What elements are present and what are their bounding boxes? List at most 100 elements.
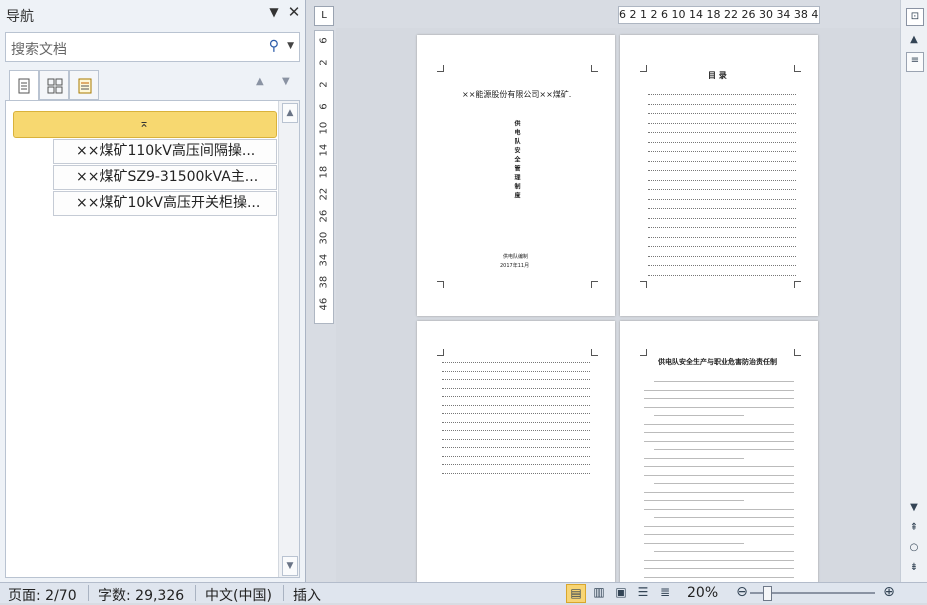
toc-entry-line bbox=[442, 457, 590, 465]
corner-mark bbox=[794, 65, 801, 72]
toc-entry-line bbox=[442, 381, 590, 389]
footer-dept: 供电队编制 bbox=[503, 254, 529, 260]
toc-entry-line bbox=[648, 211, 796, 219]
view-ruler-icon[interactable]: ⊡ bbox=[906, 8, 924, 26]
body-text-line bbox=[644, 576, 794, 578]
scroll-down-icon[interactable]: ▼ bbox=[282, 556, 298, 576]
document-headings-icon bbox=[18, 78, 30, 94]
body-text-line bbox=[644, 466, 794, 467]
body-text-line bbox=[644, 457, 744, 459]
body-text-line bbox=[654, 483, 794, 484]
toc-heading: 目 录 bbox=[708, 71, 727, 80]
divider bbox=[195, 585, 196, 601]
heading-item[interactable]: ××煤矿110kV高压间隔操... bbox=[53, 139, 277, 164]
outline-scrollbar[interactable]: ▲ ▼ bbox=[278, 101, 299, 577]
search-icon[interactable]: ⚲ bbox=[269, 38, 279, 54]
scroll-thumb[interactable]: ≡ bbox=[906, 52, 924, 72]
toc-entry-line bbox=[648, 220, 796, 228]
vertical-ruler[interactable]: 6 2 2 6 10 14 18 22 26 30 34 38 46 bbox=[314, 30, 334, 324]
previous-page-icon[interactable]: ⇞ bbox=[906, 520, 922, 536]
select-browse-object-icon[interactable]: ○ bbox=[906, 540, 922, 556]
ruler-number: 38 bbox=[318, 275, 330, 289]
status-bar: 页面: 2/70 字数: 29,326 中文(中国) 插入 ▤ ▥ ▣ ☰ ≣ … bbox=[0, 582, 927, 605]
document-scrollbar[interactable]: ⊡ ▲ ≡ ▼ ⇞ ○ ⇟ bbox=[900, 0, 927, 582]
full-screen-reading-icon[interactable]: ▥ bbox=[590, 584, 608, 601]
page-1[interactable]: ××能源股份有限公司××煤矿. 供电队安全管理制度 供电队编制 2017年11月 bbox=[417, 35, 615, 316]
next-page-icon[interactable]: ⇟ bbox=[906, 560, 922, 576]
body-text-line bbox=[654, 381, 794, 382]
search-dropdown-icon[interactable]: ▼ bbox=[287, 41, 294, 51]
word-count[interactable]: 字数: 29,326 bbox=[98, 585, 184, 605]
search-input[interactable]: 搜索文档 bbox=[11, 39, 67, 59]
zoom-out-icon[interactable]: ⊖ bbox=[733, 584, 751, 601]
horizontal-ruler[interactable]: 6 2 1 2 6 10 14 18 22 26 30 34 38 46 bbox=[618, 6, 820, 24]
toc-entry-line bbox=[648, 87, 796, 95]
corner-mark bbox=[640, 349, 647, 356]
toc-entry-line bbox=[648, 173, 796, 181]
tab-search-results[interactable] bbox=[69, 70, 99, 100]
tab-pages[interactable] bbox=[39, 70, 69, 100]
footer-date: 2017年11月 bbox=[500, 263, 530, 269]
insert-mode[interactable]: 插入 bbox=[293, 585, 321, 605]
scroll-down-icon[interactable]: ▼ bbox=[906, 500, 922, 516]
corner-mark bbox=[591, 65, 598, 72]
zoom-in-icon[interactable]: ⊕ bbox=[880, 584, 898, 601]
corner-mark bbox=[591, 281, 598, 288]
toc-entry-line bbox=[648, 116, 796, 124]
zoom-slider-handle[interactable] bbox=[763, 586, 772, 601]
zoom-level[interactable]: 20% bbox=[687, 585, 718, 601]
ruler-number: 14 bbox=[318, 143, 330, 157]
body-text-line bbox=[644, 491, 794, 493]
scroll-up-icon[interactable]: ▲ bbox=[906, 32, 922, 48]
scroll-up-icon[interactable]: ▲ bbox=[282, 103, 298, 123]
document-area[interactable]: ××能源股份有限公司××煤矿. 供电队安全管理制度 供电队编制 2017年11月… bbox=[336, 28, 900, 582]
page-4[interactable]: 供电队安全生产与职业危害防治责任制 bbox=[620, 321, 818, 582]
nav-options-dropdown-icon[interactable]: ▼ bbox=[265, 3, 283, 21]
language[interactable]: 中文(中国) bbox=[205, 585, 272, 605]
toc-entry-line bbox=[648, 230, 796, 238]
body-text-line bbox=[644, 500, 744, 501]
page-count[interactable]: 页面: 2/70 bbox=[8, 585, 77, 605]
selected-heading[interactable]: ⌅ bbox=[13, 111, 277, 138]
heading-item[interactable]: ××煤矿10kV高压开关柜操... bbox=[53, 191, 277, 216]
corner-mark bbox=[794, 281, 801, 288]
ruler-number: 34 bbox=[318, 253, 330, 267]
toc-entry-line bbox=[648, 239, 796, 247]
corner-mark bbox=[640, 65, 647, 72]
body-text-line bbox=[644, 508, 794, 510]
toc-entry-line bbox=[442, 440, 590, 448]
ruler-number: 46 bbox=[318, 297, 330, 311]
ruler-number: 22 bbox=[318, 187, 330, 201]
web-layout-icon[interactable]: ▣ bbox=[612, 584, 630, 601]
document-title: 供电队安全管理制度 bbox=[513, 120, 520, 201]
print-layout-view-icon[interactable]: ▤ bbox=[566, 584, 586, 603]
toc-entry-line bbox=[648, 144, 796, 152]
tab-stop-selector[interactable]: L bbox=[314, 6, 334, 26]
close-icon[interactable]: ✕ bbox=[285, 3, 303, 21]
toc-entry-line bbox=[442, 415, 590, 423]
next-arrow-icon[interactable]: ▼ bbox=[282, 76, 290, 87]
body-text-line bbox=[644, 423, 794, 425]
body-text-line bbox=[644, 568, 794, 569]
ruler-number: 30 bbox=[318, 231, 330, 245]
page-2[interactable]: 目 录 bbox=[620, 35, 818, 316]
toc-entry-line bbox=[442, 406, 590, 414]
body-text-line bbox=[644, 525, 794, 527]
draft-view-icon[interactable]: ≣ bbox=[656, 584, 674, 601]
heading-item[interactable]: ××煤矿SZ9-31500kVA主... bbox=[53, 165, 277, 190]
toc-entry-line bbox=[648, 135, 796, 143]
ruler-number: 6 bbox=[318, 37, 330, 44]
toc-entry-line bbox=[442, 449, 590, 457]
previous-arrow-icon[interactable]: ▲ bbox=[256, 76, 264, 87]
toc-entry-line bbox=[648, 97, 796, 105]
tab-headings[interactable] bbox=[9, 70, 39, 101]
page-3[interactable] bbox=[417, 321, 615, 582]
toc-entry-line bbox=[648, 125, 796, 133]
toc-entry-line bbox=[442, 389, 590, 397]
toc-entry-line bbox=[442, 466, 590, 474]
search-box[interactable]: 搜索文档 ⚲ ▼ bbox=[5, 32, 300, 62]
outline-view-icon[interactable]: ☰ bbox=[634, 584, 652, 601]
results-list-icon bbox=[78, 78, 92, 94]
ruler-number: 26 bbox=[318, 209, 330, 223]
toc-entry-line bbox=[648, 154, 796, 162]
